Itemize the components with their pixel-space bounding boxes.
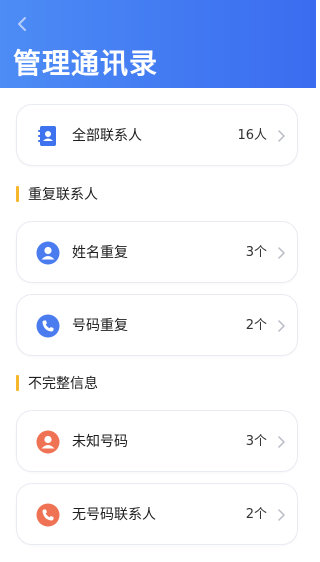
- all-contacts-item[interactable]: 全部联系人 16人: [16, 104, 298, 166]
- page-title: 管理通讯录: [13, 47, 159, 80]
- phone-icon: [36, 314, 60, 338]
- all-contacts-count: 16人: [237, 128, 267, 143]
- unknown-number-item[interactable]: 未知号码 3个: [16, 410, 298, 472]
- address-book-icon: [38, 126, 56, 146]
- main-content: 全部联系人 16人 重复联系人 姓名重复 3个 号码重复 2个 不完整信息 未知…: [0, 88, 316, 562]
- header-bar: 管理通讯录: [0, 0, 316, 88]
- section-title-incomplete: 不完整信息: [16, 374, 98, 392]
- section-title-text: 重复联系人: [28, 187, 98, 203]
- duplicate-number-label: 号码重复: [72, 318, 128, 334]
- duplicate-name-label: 姓名重复: [72, 245, 128, 261]
- chevron-left-icon: [18, 17, 26, 31]
- chevron-right-icon: [278, 247, 285, 259]
- no-number-contacts-label: 无号码联系人: [72, 507, 156, 523]
- section-accent-bar: [16, 375, 19, 391]
- duplicate-name-item[interactable]: 姓名重复 3个: [16, 221, 298, 283]
- chevron-right-icon: [278, 436, 285, 448]
- section-title-duplicates: 重复联系人: [16, 185, 98, 203]
- chevron-right-icon: [278, 320, 285, 332]
- all-contacts-label: 全部联系人: [72, 128, 142, 144]
- no-number-contacts-count: 2个: [245, 507, 267, 522]
- section-title-text: 不完整信息: [28, 376, 98, 392]
- back-button[interactable]: [10, 12, 34, 36]
- chevron-right-icon: [278, 130, 285, 142]
- duplicate-name-count: 3个: [245, 245, 267, 260]
- phone-icon: [36, 503, 60, 527]
- person-icon: [36, 241, 60, 265]
- duplicate-number-item[interactable]: 号码重复 2个: [16, 294, 298, 356]
- person-icon: [36, 430, 60, 454]
- unknown-number-label: 未知号码: [72, 434, 128, 450]
- no-number-contacts-item[interactable]: 无号码联系人 2个: [16, 483, 298, 545]
- duplicate-number-count: 2个: [245, 318, 267, 333]
- unknown-number-count: 3个: [245, 434, 267, 449]
- chevron-right-icon: [278, 509, 285, 521]
- section-accent-bar: [16, 186, 19, 202]
